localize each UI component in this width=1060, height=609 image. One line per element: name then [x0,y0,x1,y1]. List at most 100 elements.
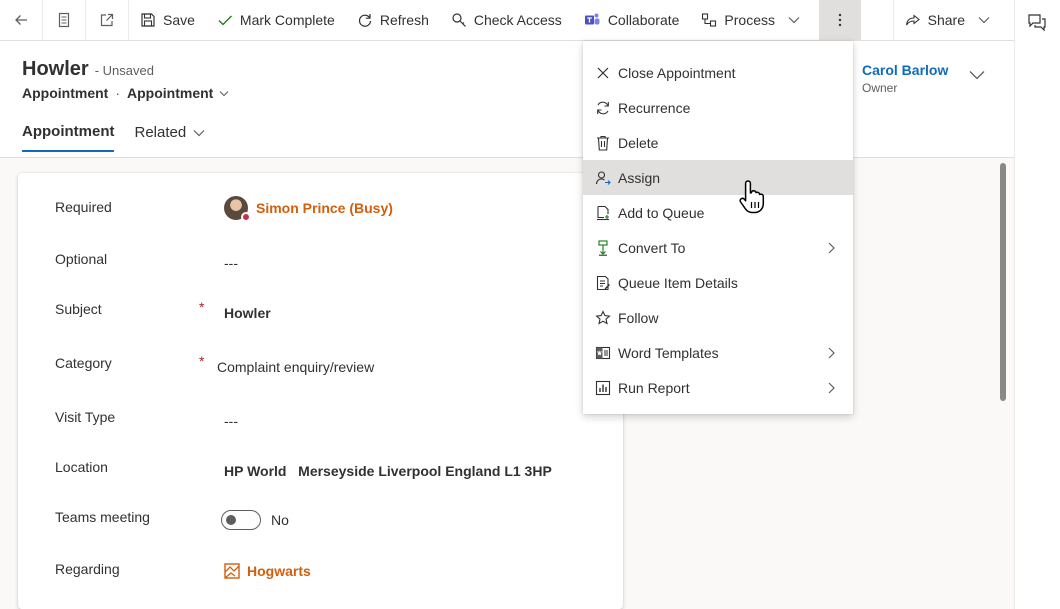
field-visit-type: Visit Type --- [18,403,623,433]
field-required: Required Simon Prince (Busy) [18,193,623,223]
menu-item-recurrence[interactable]: Recurrence [583,90,853,125]
field-optional: Optional --- [18,245,623,275]
menu-item-label: Assign [618,169,661,186]
visit-type-label: Visit Type [55,409,116,425]
visit-type-select[interactable]: --- [224,413,238,429]
entity-separator: · [115,85,120,101]
refresh-icon [358,14,371,27]
teams-meeting-toggle[interactable] [221,510,261,530]
menu-item-run-report[interactable]: Run Report [583,370,853,405]
collaborate-button[interactable]: Collaborate [573,0,691,40]
category-select[interactable]: Complaint enquiry/review [217,359,374,375]
menu-item-label: Run Report [618,379,690,396]
teams-icon [584,13,600,25]
field-teams-meeting: Teams meeting No [18,503,623,533]
save-button[interactable]: Save [129,0,206,40]
general-section: Required Simon Prince (Busy) Optional --… [18,173,623,609]
chevron-right-icon [826,346,838,363]
trash-icon [594,134,612,152]
share-label: Share [927,12,965,28]
back-button[interactable] [0,0,43,40]
menu-item-delete[interactable]: Delete [583,125,853,160]
page-scrollbar[interactable] [1000,163,1006,401]
required-indicator: * [199,353,205,369]
process-button[interactable]: Process [690,0,819,40]
check-access-button[interactable]: Check Access [440,0,573,40]
share-button[interactable]: Share [894,0,1014,40]
mark-complete-label: Mark Complete [239,12,335,28]
menu-item-close-appointment[interactable]: Close Appointment [583,55,853,90]
star-icon [594,309,612,327]
more-commands-menu: Close Appointment Recurrence Delete Assi… [583,41,853,414]
chat-button[interactable] [1027,12,1047,37]
assign-user-icon [594,169,612,187]
required-indicator: * [199,299,205,315]
checkmark-icon [218,15,232,26]
menu-item-word-templates[interactable]: Word Templates [583,335,853,370]
entity-name: Appointment [22,85,109,101]
teams-meeting-label: Teams meeting [55,509,150,525]
share-chevron[interactable] [977,13,998,27]
menu-item-queue-item-details[interactable]: Queue Item Details [583,265,853,300]
subject-input[interactable]: Howler [224,305,271,321]
toggle-knob [226,515,236,525]
save-status: - Unsaved [94,63,154,78]
menu-item-follow[interactable]: Follow [583,300,853,335]
location-input[interactable]: HP World Merseyside Liverpool England L1… [224,463,552,479]
field-regarding: Regarding Hogwarts [18,555,623,585]
tab-appointment[interactable]: Appointment [22,123,115,152]
menu-item-label: Convert To [618,239,686,256]
menu-item-label: Recurrence [618,99,691,116]
save-icon [141,13,155,27]
menu-item-label: Delete [618,134,659,151]
refresh-label: Refresh [379,12,429,28]
tab-related[interactable]: Related [134,123,206,152]
tab-appointment-label: Appointment [22,123,115,140]
menu-item-convert-to[interactable]: Convert To [583,230,853,265]
form-selector[interactable]: Appointment [127,85,231,101]
field-location: Location HP World Merseyside Liverpool E… [18,453,623,483]
chevron-down-icon [978,17,990,24]
record-page-button[interactable] [43,0,86,40]
header-expand-button[interactable] [968,66,986,89]
location-label: Location [55,459,108,475]
optional-label: Optional [55,251,108,267]
check-access-icon [452,13,466,27]
menu-item-assign[interactable]: Assign [583,160,853,195]
open-in-new-window-icon [100,13,114,27]
menu-item-add-to-queue[interactable]: Add to Queue [583,195,853,230]
chevron-right-icon [826,381,838,398]
optional-input[interactable]: --- [224,255,238,271]
required-attendee-name: Simon Prince (Busy) [256,200,393,216]
check-access-label: Check Access [473,12,562,28]
presence-busy-icon [241,212,251,222]
open-new-window-button[interactable] [86,0,129,40]
save-label: Save [163,12,195,28]
owner-label: Owner [862,81,898,95]
process-icon [702,13,717,27]
category-label: Category [55,355,112,371]
back-arrow-icon [15,15,27,25]
mark-complete-button[interactable]: Mark Complete [206,0,346,40]
required-attendee[interactable]: Simon Prince (Busy) [224,196,393,222]
chevron-down-icon [193,129,205,136]
menu-item-label: Close Appointment [618,64,736,81]
regarding-lookup[interactable]: Hogwarts [224,563,311,579]
owner-link[interactable]: Carol Barlow [862,62,948,78]
owner-field: Carol Barlow Owner [862,62,948,95]
more-commands-button[interactable] [819,0,861,40]
chevron-down-icon [788,17,800,24]
refresh-button[interactable]: Refresh [346,0,440,40]
record-entity-line: Appointment · Appointment [22,85,231,101]
word-template-icon [594,344,612,362]
more-vertical-icon [838,13,842,27]
hand-cursor-icon [738,178,768,221]
menu-item-label: Word Templates [618,344,719,361]
process-chevron[interactable] [787,13,808,27]
menu-item-label: Add to Queue [618,204,705,221]
regarding-label: Regarding [55,561,120,577]
queue-details-icon [594,274,612,292]
record-title: Howler - Unsaved [22,58,154,81]
record-header: Howler - Unsaved Appointment · Appointme… [0,41,1014,158]
field-subject: Subject * Howler [18,295,623,325]
